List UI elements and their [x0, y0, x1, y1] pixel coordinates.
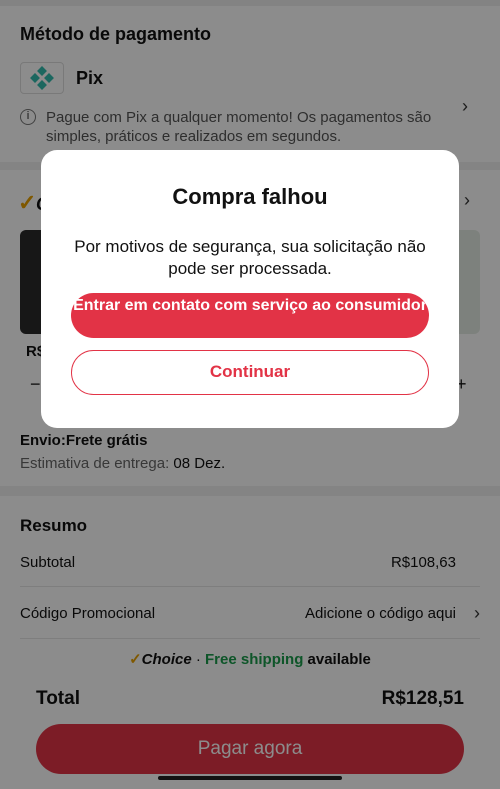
purchase-failed-dialog: Compra falhou Por motivos de segurança, … [41, 150, 459, 428]
dialog-message: Por motivos de segurança, sua solicitaçã… [74, 237, 426, 278]
dialog-title: Compra falhou [172, 184, 328, 209]
contact-support-button[interactable]: Entrar em contato com serviço ao consumi… [71, 293, 429, 338]
continue-button[interactable]: Continuar [71, 350, 429, 395]
